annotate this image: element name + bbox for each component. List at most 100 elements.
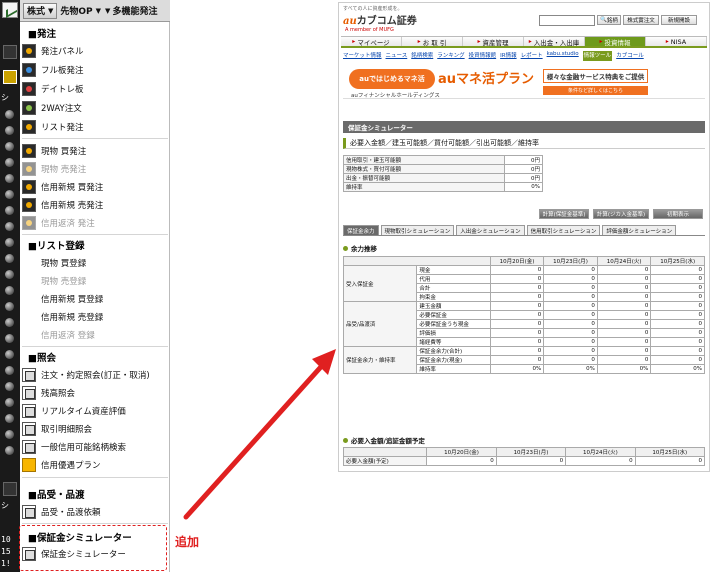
subnav-tools[interactable]: 情報ツール bbox=[582, 51, 613, 61]
subnav-search[interactable]: 銘柄検索 bbox=[411, 51, 433, 61]
cell-value: 0 bbox=[543, 337, 598, 347]
main-toolbar: 株式 ▼ 先物OP ▼ ▼ 多機能発注 bbox=[20, 0, 170, 22]
menu-item-label: リアルタイム資産評価 bbox=[41, 406, 126, 417]
nav-deposit[interactable]: 入出金・入出庫 bbox=[524, 37, 585, 47]
menu-item-list-order[interactable]: リスト発注 bbox=[20, 118, 168, 135]
cell-value: 0 bbox=[543, 346, 598, 356]
menu-item-margin-buy[interactable]: 信用新規 買発注 bbox=[20, 178, 168, 195]
menu-item-margin-buy-register[interactable]: 信用新規 買登録 bbox=[20, 290, 168, 307]
tab-margin-sim[interactable]: 信用取引シミュレーション bbox=[526, 225, 601, 235]
blank-icon bbox=[22, 274, 36, 288]
calc-deposit-button[interactable]: 計算(ジカ入金基準) bbox=[593, 209, 649, 219]
cell-value: 0 bbox=[489, 274, 545, 284]
subnav-info[interactable]: 投資情報館 bbox=[469, 51, 497, 61]
menu-item-order-inquiry[interactable]: 注文・約定照会(訂正・取消) bbox=[20, 366, 168, 383]
nav-assets[interactable]: 資産管理 bbox=[463, 37, 524, 47]
symbol-search-button[interactable]: 🔍 銘柄 bbox=[597, 15, 621, 25]
list-order-icon bbox=[22, 119, 36, 134]
window-toggle-icon[interactable] bbox=[3, 482, 17, 496]
tab-cash-sim[interactable]: 現物取引シミュレーション bbox=[380, 225, 455, 235]
cell-value: 0 bbox=[543, 265, 598, 275]
blank-icon bbox=[22, 310, 36, 324]
group-label: 保証金余力・維持率 bbox=[342, 346, 418, 374]
symbol-search-label: 銘柄 bbox=[606, 18, 618, 24]
menu-item-label: フル板発注 bbox=[41, 65, 84, 76]
menu-item-balance[interactable]: 残高照会 bbox=[20, 384, 168, 401]
promo-banner[interactable]: auではじめるマネ活 auマネ活プラン 様々な金融サービス特典をご提供 条件など… bbox=[343, 65, 705, 99]
futures-menu-button[interactable]: 先物OP ▼ bbox=[59, 3, 102, 19]
menu-item-cash-buy[interactable]: 現物 買発注 bbox=[20, 142, 168, 159]
group-label: 品受/品渡済 bbox=[342, 301, 418, 347]
cell-value: 0% bbox=[543, 364, 598, 374]
cell-value: 0 bbox=[489, 328, 545, 338]
order-inquiry-icon bbox=[22, 367, 36, 382]
stocks-menu-button[interactable]: 株式 ▼ bbox=[23, 2, 58, 19]
site-search-input[interactable] bbox=[539, 15, 595, 26]
side-label-a: シ bbox=[1, 93, 9, 102]
menu-item-cash-buy-register[interactable]: 現物 買登録 bbox=[20, 254, 168, 271]
menu-item-margin-sell[interactable]: 信用新規 売発注 bbox=[20, 196, 168, 213]
menu-item-margin-sell-register[interactable]: 信用新規 売登録 bbox=[20, 308, 168, 325]
cell-value: 0 bbox=[596, 319, 652, 329]
banner-cta[interactable]: 条件など詳しくはこちら bbox=[543, 86, 648, 95]
cell-value: 0 bbox=[489, 355, 545, 365]
subnav-report[interactable]: レポート bbox=[521, 51, 543, 61]
pinned-window-icon[interactable] bbox=[3, 70, 17, 84]
stock-price-button[interactable]: 株式實注文 bbox=[623, 15, 659, 25]
subnav-market[interactable]: マーケット情報 bbox=[343, 51, 382, 61]
row-label: 必要保証金うち現金 bbox=[416, 319, 491, 329]
open-account-button[interactable]: 新規開設 bbox=[661, 15, 697, 25]
simulator-web-page: すべての人に資産形成を。 auカブコム証券 A member of MUFG 🔍… bbox=[338, 2, 710, 472]
tab-deposit-sim[interactable]: 入出金シミュレーション bbox=[456, 225, 525, 235]
cell-value: 0 bbox=[650, 265, 705, 275]
menu-item-label: 信用優遇プラン bbox=[41, 460, 101, 471]
nav-mypage[interactable]: マイページ bbox=[341, 37, 402, 47]
stocks-dropdown-menu: ■発注 発注パネル フル板発注 デイトレ板 2WAY注文 リスト発注 現物 買発… bbox=[20, 22, 170, 572]
row-label: 建玉金額 bbox=[416, 301, 491, 311]
reset-button[interactable]: 初期表示 bbox=[653, 209, 703, 219]
menu-item-margin-search[interactable]: 一般信用可能銘柄検索 bbox=[20, 438, 168, 455]
status-dot-icon bbox=[5, 126, 14, 135]
subnav-studio[interactable]: kabu.studio bbox=[547, 51, 579, 61]
status-dot-icon bbox=[5, 142, 14, 151]
tab-margin-capacity[interactable]: 保証金余力 bbox=[343, 225, 379, 235]
cash-buy-icon bbox=[22, 143, 36, 158]
full-board-icon bbox=[22, 62, 36, 77]
nav-trade[interactable]: お 取 引 bbox=[402, 37, 463, 47]
cell-value: 0 bbox=[426, 456, 497, 466]
menu-item-daytrade-board[interactable]: デイトレ板 bbox=[20, 80, 168, 97]
section-title-text: 必要入金額/追証金額予定 bbox=[351, 437, 425, 445]
menu-divider bbox=[22, 234, 168, 235]
subnav-ir[interactable]: IR情報 bbox=[500, 51, 516, 61]
menu-item-trade-history[interactable]: 取引明細照会 bbox=[20, 420, 168, 437]
cash-sell-icon bbox=[22, 161, 36, 176]
cell-value: 0 bbox=[596, 274, 652, 284]
subnav-call[interactable]: カブコール bbox=[616, 51, 644, 61]
window-toggle-icon[interactable] bbox=[3, 45, 17, 59]
tab-valuation-sim[interactable]: 評価金額シミュレーション bbox=[602, 225, 677, 235]
cell-value: 0 bbox=[543, 355, 598, 365]
simulation-tabs: 保証金余力 現物取引シミュレーション 入出金シミュレーション 信用取引シミュレー… bbox=[343, 225, 705, 236]
site-brand[interactable]: auカブコム証券 bbox=[343, 12, 417, 27]
chart-logo-icon[interactable] bbox=[2, 2, 18, 18]
chevron-down-icon: ▼ bbox=[105, 6, 111, 15]
subnav-ranking[interactable]: ランキング bbox=[437, 51, 464, 61]
menu-item-order-panel[interactable]: 発注パネル bbox=[20, 42, 168, 59]
status-dot-icon bbox=[5, 286, 14, 295]
menu-item-full-board[interactable]: フル板発注 bbox=[20, 61, 168, 78]
2way-order-icon bbox=[22, 100, 36, 115]
nav-investment-info[interactable]: 投資情報 bbox=[585, 37, 646, 47]
menu-item-delivery-request[interactable]: 品受・品渡依頼 bbox=[20, 503, 168, 520]
status-dot-icon bbox=[5, 398, 14, 407]
status-dot-icon bbox=[5, 270, 14, 279]
menu-item-realtime-assets[interactable]: リアルタイム資産評価 bbox=[20, 402, 168, 419]
cell-value: 0 bbox=[489, 346, 545, 356]
nav-nisa[interactable]: NISA bbox=[646, 37, 707, 46]
side-number: 15 bbox=[1, 547, 11, 556]
menu-item-2way-order[interactable]: 2WAY注文 bbox=[20, 99, 168, 116]
menu-item-margin-plan[interactable]: 信用優遇プラン bbox=[20, 456, 168, 473]
calc-margin-button[interactable]: 計算(保証金基準) bbox=[539, 209, 589, 219]
site-main-nav: マイページ お 取 引 資産管理 入出金・入出庫 投資情報 NISA bbox=[341, 36, 707, 48]
multi-order-menu-button[interactable]: ▼ 多機能発注 bbox=[104, 3, 158, 19]
subnav-news[interactable]: ニュース bbox=[386, 51, 408, 61]
